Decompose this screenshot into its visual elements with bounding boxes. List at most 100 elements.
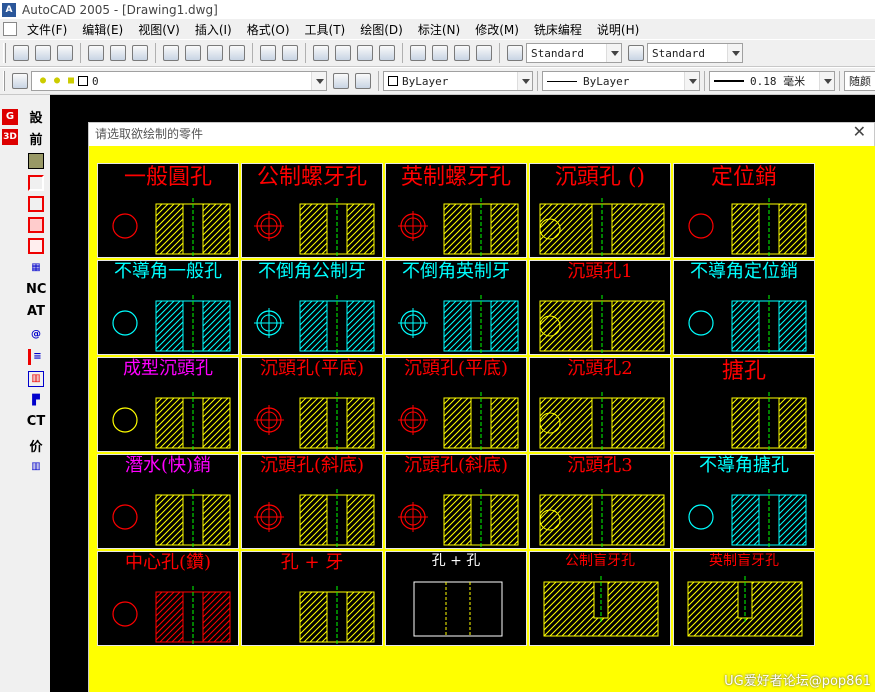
redo-icon[interactable] — [282, 45, 298, 61]
part-cell-p4[interactable]: 沉頭孔 () — [529, 163, 671, 258]
part-cell-p7[interactable]: 不倒角公制牙 — [241, 260, 383, 355]
chevron-down-icon[interactable] — [727, 44, 742, 62]
price-label[interactable]: 价 — [26, 436, 46, 455]
help-icon[interactable] — [476, 45, 492, 61]
toolbar-grip[interactable] — [3, 71, 5, 91]
linetype-preview — [547, 80, 577, 82]
plotstyle-select[interactable]: 随颜 — [844, 71, 875, 91]
part-cell-p2[interactable]: 公制螺牙孔 — [241, 163, 383, 258]
symbol-tool-icon[interactable]: @ — [28, 327, 44, 343]
part-cell-p17[interactable]: 沉頭孔(斜底) — [241, 454, 383, 549]
square-tool-icon[interactable] — [28, 196, 44, 212]
dim-style-select[interactable]: Standard — [647, 43, 743, 63]
menu-milling[interactable]: 铣床编程 — [534, 21, 582, 38]
layer-previous-icon[interactable] — [355, 73, 371, 89]
sun-icon: ● — [53, 75, 61, 86]
ct-label[interactable]: CT — [26, 414, 46, 429]
part-cell-p5[interactable]: 定位銷 — [673, 163, 815, 258]
zoom-previous-icon[interactable] — [379, 45, 395, 61]
part-cell-p16[interactable]: 潛水(快)銷 — [97, 454, 239, 549]
nc-label[interactable]: NC — [26, 282, 46, 297]
part-cell-p22[interactable]: 孔 + 牙 — [241, 551, 383, 646]
chevron-down-icon[interactable] — [606, 44, 621, 62]
layer-manager-icon[interactable] — [12, 73, 28, 89]
corner-tool-icon[interactable] — [28, 175, 44, 191]
menu-insert[interactable]: 插入(I) — [195, 21, 232, 38]
document-menu-icon[interactable] — [3, 22, 17, 36]
part-cell-p9[interactable]: 沉頭孔1 — [529, 260, 671, 355]
make-object-layer-current-icon[interactable] — [333, 73, 349, 89]
part-cell-p12[interactable]: 沉頭孔(平底) — [241, 357, 383, 452]
match-properties-icon[interactable] — [229, 45, 245, 61]
grid-tool-icon[interactable]: ▦ — [28, 260, 44, 276]
copy-icon[interactable] — [185, 45, 201, 61]
part-cell-p1[interactable]: 一般圓孔 — [97, 163, 239, 258]
text-style-icon[interactable] — [507, 45, 523, 61]
chevron-down-icon[interactable] — [819, 72, 834, 90]
part-cell-p19[interactable]: 沉頭孔3 — [529, 454, 671, 549]
chevron-down-icon[interactable] — [684, 72, 699, 90]
setup-label[interactable]: 設 — [26, 107, 46, 126]
paste-icon[interactable] — [207, 45, 223, 61]
menu-modify[interactable]: 修改(M) — [475, 21, 519, 38]
menu-file[interactable]: 文件(F) — [27, 21, 67, 38]
zoom-realtime-icon[interactable] — [335, 45, 351, 61]
cut-icon[interactable] — [163, 45, 179, 61]
front-label[interactable]: 前 — [26, 129, 46, 148]
chevron-down-icon[interactable] — [517, 72, 532, 90]
part-cell-p25[interactable]: 英制盲牙孔 — [673, 551, 815, 646]
save-icon[interactable] — [57, 45, 73, 61]
part-cell-p8[interactable]: 不倒角英制牙 — [385, 260, 527, 355]
lineweight-select[interactable]: 0.18 毫米 — [709, 71, 835, 91]
layer-select[interactable]: ● ● ■ 0 — [31, 71, 327, 91]
part-cell-p15[interactable]: 搪孔 — [673, 357, 815, 452]
box-tool-icon[interactable] — [28, 217, 44, 233]
chevron-down-icon[interactable] — [311, 72, 326, 90]
at-label[interactable]: AT — [26, 304, 46, 319]
flag-tool-icon[interactable]: ▛ — [28, 393, 44, 409]
tool-palettes-icon[interactable] — [454, 45, 470, 61]
text-style-select[interactable]: Standard — [526, 43, 622, 63]
undo-icon[interactable] — [260, 45, 276, 61]
part-cell-p18[interactable]: 沉頭孔(斜底) — [385, 454, 527, 549]
menu-tools[interactable]: 工具(T) — [305, 21, 346, 38]
design-center-icon[interactable] — [432, 45, 448, 61]
part-cell-p23[interactable]: 孔 + 孔 — [385, 551, 527, 646]
menu-draw[interactable]: 绘图(D) — [360, 21, 403, 38]
properties-icon[interactable] — [410, 45, 426, 61]
zoom-window-icon[interactable] — [357, 45, 373, 61]
print-icon[interactable] — [88, 45, 104, 61]
part-cell-p10[interactable]: 不導角定位銷 — [673, 260, 815, 355]
panel-tool-icon[interactable] — [28, 238, 44, 254]
color-select[interactable]: ByLayer — [383, 71, 533, 91]
part-cell-p21[interactable]: 中心孔(鑽) — [97, 551, 239, 646]
toolbar-grip[interactable] — [3, 43, 6, 63]
part-cell-p6[interactable]: 不導角一般孔 — [97, 260, 239, 355]
part-cell-p24[interactable]: 公制盲牙孔 — [529, 551, 671, 646]
part-cell-p14[interactable]: 沉頭孔2 — [529, 357, 671, 452]
print-preview-icon[interactable] — [110, 45, 126, 61]
dim-style-icon[interactable] — [628, 45, 644, 61]
pan-icon[interactable] — [313, 45, 329, 61]
menu-edit[interactable]: 编辑(E) — [82, 21, 123, 38]
table-tool-icon[interactable]: ▥ — [28, 371, 44, 387]
g-badge-icon[interactable]: G — [2, 109, 18, 125]
plotstyle-value: 随颜 — [849, 75, 871, 88]
part-cell-p20[interactable]: 不導角搪孔 — [673, 454, 815, 549]
3d-badge-icon[interactable]: 3D — [2, 129, 18, 145]
publish-icon[interactable] — [132, 45, 148, 61]
part-cell-p11[interactable]: 成型沉頭孔 — [97, 357, 239, 452]
close-icon[interactable]: ✕ — [853, 122, 866, 141]
linetype-select[interactable]: ByLayer — [542, 71, 700, 91]
new-file-icon[interactable] — [13, 45, 29, 61]
part-cell-p3[interactable]: 英制螺牙孔 — [385, 163, 527, 258]
menu-dimension[interactable]: 标注(N) — [418, 21, 460, 38]
hatch-tool-icon[interactable] — [28, 153, 44, 169]
menu-format[interactable]: 格式(O) — [247, 21, 290, 38]
part-cell-p13[interactable]: 沉頭孔(平底) — [385, 357, 527, 452]
ruler-tool-icon[interactable]: ▥ — [28, 459, 44, 475]
open-file-icon[interactable] — [35, 45, 51, 61]
list-tool-icon[interactable]: ≡ — [28, 349, 44, 365]
menu-help[interactable]: 说明(H) — [597, 21, 639, 38]
menu-view[interactable]: 视图(V) — [138, 21, 180, 38]
